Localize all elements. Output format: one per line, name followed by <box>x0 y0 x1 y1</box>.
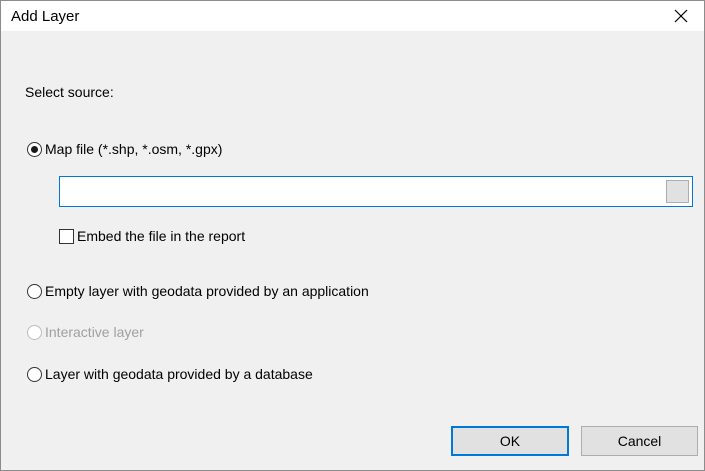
database-layer-radio[interactable] <box>27 366 42 382</box>
empty-layer-option[interactable]: Empty layer with geodata provided by an … <box>27 281 369 301</box>
add-layer-dialog: Add Layer Select source: Map file (*.shp… <box>0 0 705 471</box>
empty-layer-radio[interactable] <box>27 283 42 299</box>
close-icon <box>674 9 688 23</box>
embed-file-option[interactable]: Embed the file in the report <box>59 226 245 246</box>
browse-button[interactable] <box>666 180 689 203</box>
close-button[interactable] <box>658 1 704 31</box>
file-path-input[interactable] <box>62 179 660 204</box>
cancel-button[interactable]: Cancel <box>581 426 698 456</box>
embed-file-label: Embed the file in the report <box>77 228 246 244</box>
embed-file-checkbox[interactable] <box>59 228 74 244</box>
map-file-radio[interactable] <box>27 141 42 157</box>
interactive-layer-radio <box>27 324 42 340</box>
map-file-option[interactable]: Map file (*.shp, *.osm, *.gpx) <box>27 139 222 159</box>
file-path-field <box>59 176 693 207</box>
select-source-label: Select source: <box>25 84 114 100</box>
title-bar: Add Layer <box>1 1 704 31</box>
empty-layer-label: Empty layer with geodata provided by an … <box>45 283 369 299</box>
database-layer-option[interactable]: Layer with geodata provided by a databas… <box>27 364 313 384</box>
ok-button[interactable]: OK <box>451 426 569 456</box>
interactive-layer-option: Interactive layer <box>27 322 144 342</box>
interactive-layer-label: Interactive layer <box>45 324 144 340</box>
database-layer-label: Layer with geodata provided by a databas… <box>45 366 313 382</box>
dialog-title: Add Layer <box>11 8 80 25</box>
map-file-label: Map file (*.shp, *.osm, *.gpx) <box>45 141 223 157</box>
